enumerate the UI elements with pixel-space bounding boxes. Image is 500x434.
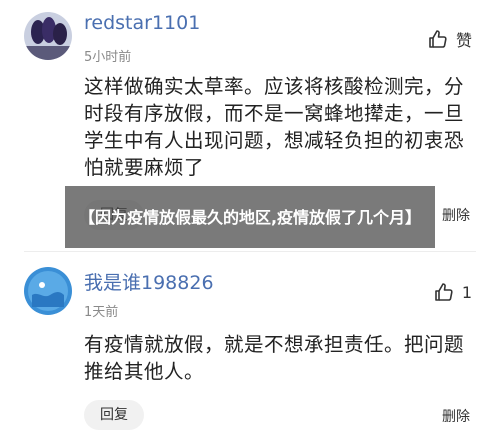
username[interactable]: 我是谁198826	[84, 268, 214, 295]
like-count: 1	[461, 282, 472, 302]
like-label: 赞	[455, 31, 472, 50]
comment-text: 这样做确实太草率。应该将核酸检测完，分时段有序放假，而不是一窝蜂地撵走，一旦学生…	[84, 75, 465, 179]
reply-button[interactable]: 回复	[84, 400, 144, 430]
title-overlay-banner: 【因为疫情放假最久的地区,疫情放假了几个月】	[65, 186, 435, 248]
delete-button[interactable]: 删除	[442, 205, 470, 225]
like-button[interactable]: 赞	[428, 27, 472, 51]
avatar[interactable]	[24, 267, 72, 315]
username[interactable]: redstar1101	[84, 12, 200, 34]
like-button[interactable]: 1	[434, 282, 472, 302]
timestamp: 1天前	[84, 305, 119, 320]
thumbs-up-icon	[428, 29, 448, 49]
comment-item: 我是谁198826 1天前 1 有疫情就放假，就是不想承担责任。把问题推给其他人…	[0, 252, 500, 434]
timestamp: 5小时前	[84, 50, 132, 65]
thumbs-up-icon	[434, 282, 454, 302]
avatar[interactable]	[24, 12, 72, 60]
comment-text: 有疫情就放假，就是不想承担责任。把问题推给其他人。	[84, 333, 465, 383]
delete-button[interactable]: 删除	[442, 406, 470, 426]
